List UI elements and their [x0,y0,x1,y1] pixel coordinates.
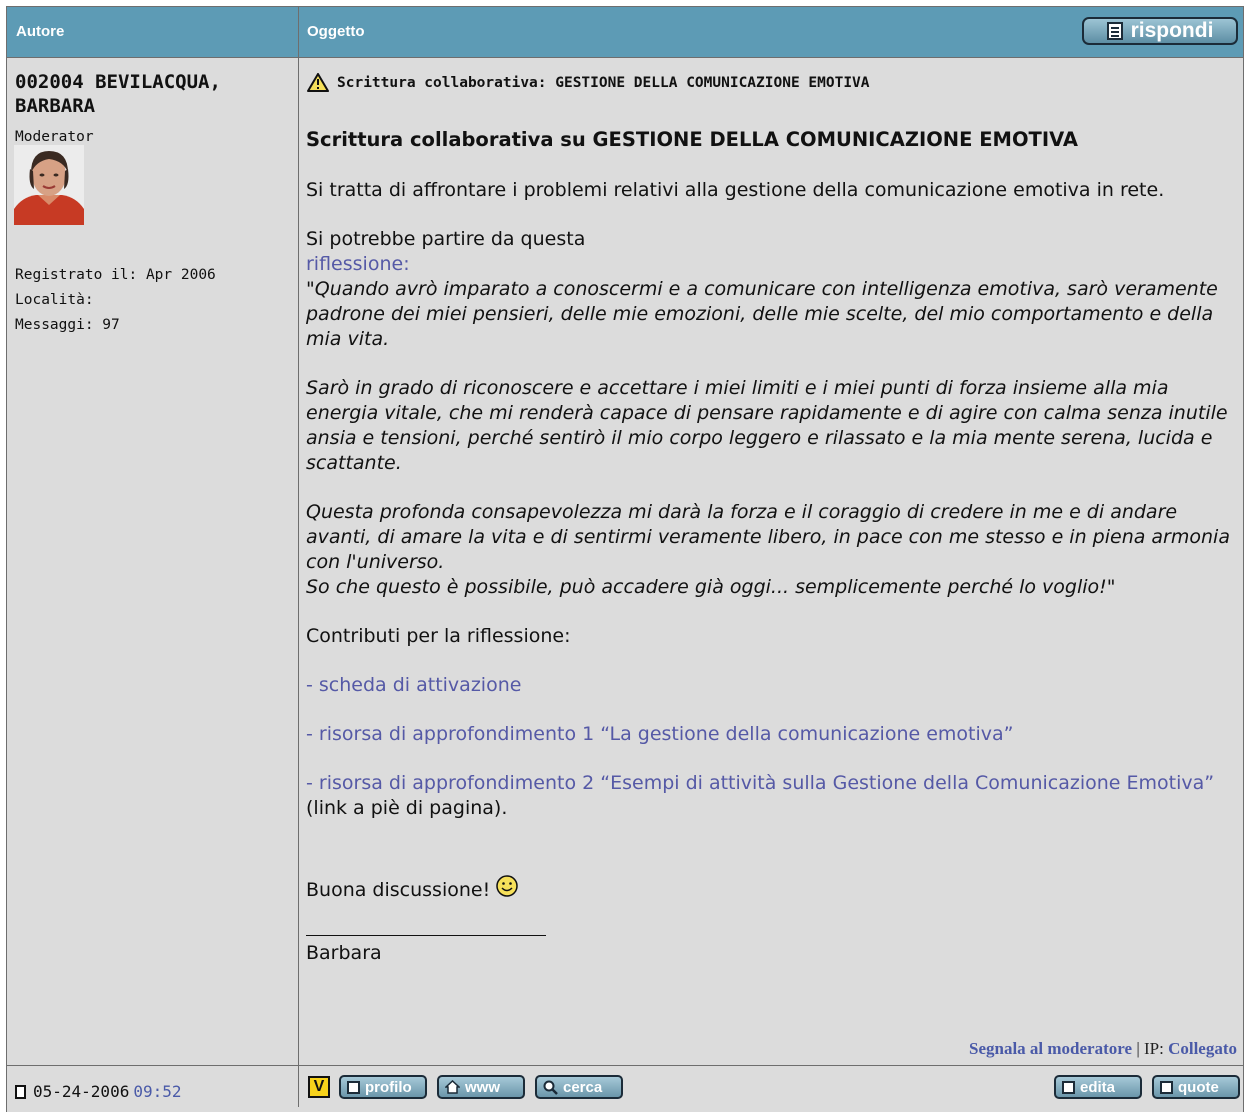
quote-label: quote [1178,1078,1219,1096]
contributions-label: Contributi per la riflessione: [306,625,571,647]
quote-paragraph-1: "Quando avrò imparato a conoscermi e a c… [306,278,1218,350]
dash-3: - [306,772,319,794]
author-info: Registrato il: Apr 2006 Località: Messag… [15,263,216,338]
home-icon [445,1080,460,1094]
post-timestamp: 05-24-2006 09:52 [15,1082,182,1101]
ip-value: Collegato [1168,1039,1237,1058]
profile-button[interactable]: profilo [339,1075,427,1099]
closing-text: Buona discussione! [306,879,491,901]
avatar-portrait-icon [14,145,84,225]
intro-paragraph: Si tratta di affrontare i problemi relat… [306,179,1165,201]
search-button[interactable]: cerca [535,1075,623,1099]
search-icon [543,1080,558,1095]
closing-line: Buona discussione! [306,875,1246,903]
quote-paragraph-3: Questa profonda consapevolezza mi darà l… [306,500,1246,600]
post-title: Scrittura collaborativa: GESTIONE DELLA … [307,73,870,92]
signature-divider [306,935,546,936]
www-label: www [465,1078,501,1096]
post-title-text: Scrittura collaborativa: GESTIONE DELLA … [337,74,870,91]
avatar [14,145,84,225]
footer-divider [7,1065,1243,1066]
post-time: 09:52 [133,1082,182,1101]
post-table: Autore Oggetto rispondi 002004 BEVILACQU… [6,6,1244,1112]
registration-date: Registrato il: Apr 2006 [15,267,216,283]
author-role: Moderator [15,129,94,145]
post-count: Messaggi: 97 [15,317,120,333]
quote-paragraph-2: Sarò in grado di riconoscere e accettare… [306,377,1228,474]
author-name[interactable]: 002004 BEVILACQUA, BARBARA [15,70,285,118]
dash-2: - [306,723,319,745]
link-activation-sheet[interactable]: scheda di attivazione [319,674,522,696]
reflection-intro: Si potrebbe partire da questa riflession… [306,227,1246,277]
edit-label: edita [1080,1078,1116,1096]
smiley-icon [496,875,518,897]
signature: Barbara [306,942,382,964]
report-line: Segnala al moderatore | IP: Collegato [969,1039,1237,1059]
quote-button[interactable]: quote [1152,1075,1240,1099]
location: Località: [15,292,94,308]
author-column-header: Autore [16,23,65,40]
contribution-item-2: - risorsa di approfondimento 1 “La gesti… [306,722,1246,747]
search-label: cerca [563,1078,603,1096]
ip-label: | IP: [1132,1039,1169,1058]
reply-button[interactable]: rispondi [1082,17,1238,45]
reflection-colon: : [403,253,410,275]
warning-icon [307,73,329,92]
reply-label: rispondi [1130,19,1214,42]
edit-icon [1062,1080,1075,1094]
v-button[interactable]: V [308,1076,330,1098]
reflection-link[interactable]: riflessione [306,253,403,275]
quote-icon [1160,1080,1173,1094]
table-header: Autore Oggetto rispondi [7,7,1243,58]
subject-column-header: Oggetto [307,23,365,40]
contribution-item-1: - scheda di attivazione [306,673,1246,698]
profile-label: profilo [365,1078,412,1096]
link-resource-1[interactable]: risorsa di approfondimento 1 “La gestion… [319,723,1014,745]
link-resource-2-suffix: (link a piè di pagina). [306,797,508,819]
column-divider [298,7,299,1107]
dash-1: - [306,674,319,696]
report-to-moderator-link[interactable]: Segnala al moderatore [969,1039,1132,1058]
quote-paragraph-3a: Questa profonda consapevolezza mi darà l… [306,501,1230,573]
edit-button[interactable]: edita [1054,1075,1142,1099]
link-resource-2[interactable]: risorsa di approfondimento 2 “Esempi di … [319,772,1214,794]
reply-icon [1106,22,1123,40]
message-body: Scrittura collaborativa su GESTIONE DELL… [306,127,1246,966]
www-button[interactable]: www [437,1075,525,1099]
quote-paragraph-3b: So che questo è possibile, può accadere … [306,576,1116,598]
post-icon [15,1084,26,1099]
post-date: 05-24-2006 [33,1082,130,1101]
message-heading: Scrittura collaborativa su GESTIONE DELL… [306,128,1078,151]
contribution-item-3: - risorsa di approfondimento 2 “Esempi d… [306,771,1246,821]
reflection-intro-text: Si potrebbe partire da questa [306,228,586,250]
profile-icon [347,1080,360,1094]
